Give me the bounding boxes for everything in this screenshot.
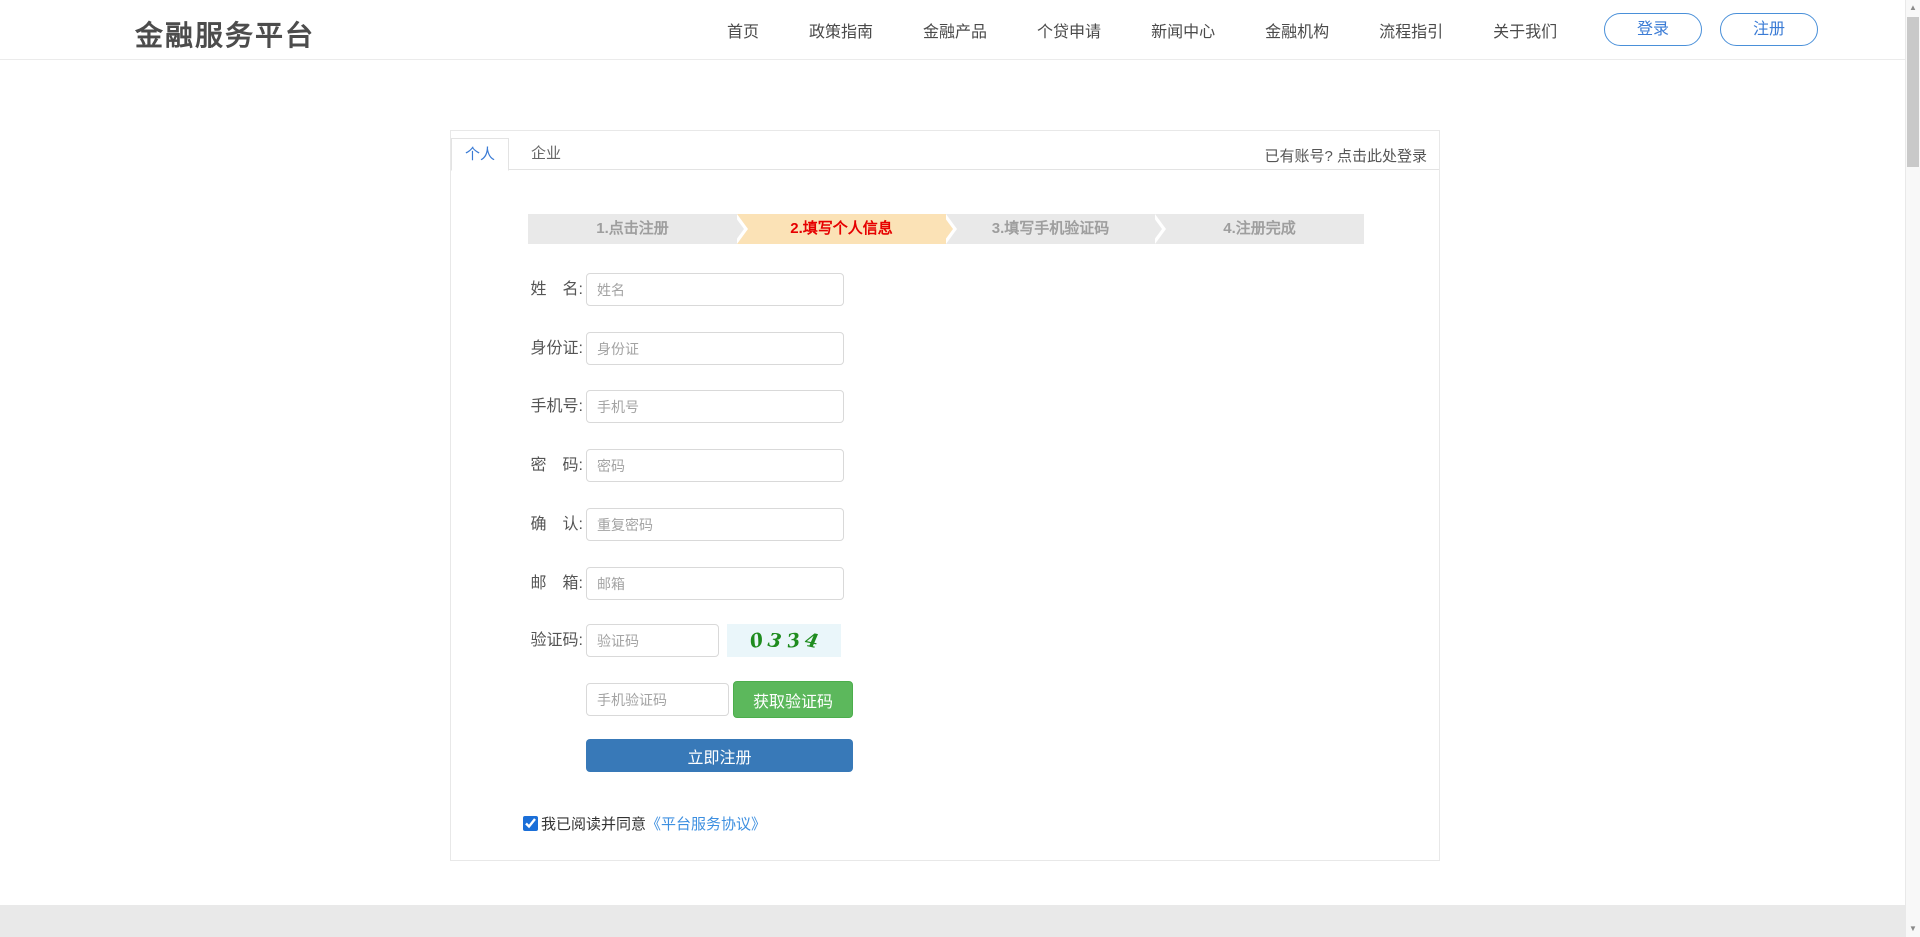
registration-panel: 个人 企业 已有账号? 点击此处登录 1.点击注册 2.填写个人信息 3.填写手… xyxy=(450,130,1440,861)
footer-bar xyxy=(0,905,1905,937)
captcha-input[interactable] xyxy=(586,624,719,657)
step-1-click-register: 1.点击注册 xyxy=(528,214,737,244)
login-button[interactable]: 登录 xyxy=(1604,13,1702,46)
step-4-complete: 4.注册完成 xyxy=(1155,214,1364,244)
submit-registration-button[interactable]: 立即注册 xyxy=(586,739,853,772)
nav-item-news-center[interactable]: 新闻中心 xyxy=(1151,18,1215,42)
main-nav: 首页 政策指南 金融产品 个贷申请 新闻中心 金融机构 流程指引 关于我们 xyxy=(727,0,1557,60)
sms-code-input[interactable] xyxy=(586,683,729,716)
top-navbar: 金融服务平台 首页 政策指南 金融产品 个贷申请 新闻中心 金融机构 流程指引 … xyxy=(0,0,1905,60)
confirm-password-label: 确 认: xyxy=(523,508,583,541)
nav-item-financial-institutions[interactable]: 金融机构 xyxy=(1265,18,1329,42)
name-label: 姓 名: xyxy=(523,273,583,306)
page: 金融服务平台 首页 政策指南 金融产品 个贷申请 新闻中心 金融机构 流程指引 … xyxy=(0,0,1920,937)
account-type-tabbar: 个人 企业 已有账号? 点击此处登录 xyxy=(451,131,1439,170)
step-2-fill-personal-info: 2.填写个人信息 xyxy=(737,214,946,244)
platform-service-agreement-link[interactable]: 《平台服务协议》 xyxy=(646,813,766,834)
nav-item-financial-products[interactable]: 金融产品 xyxy=(923,18,987,42)
nav-item-personal-loan[interactable]: 个贷申请 xyxy=(1037,18,1101,42)
password-input[interactable] xyxy=(586,449,844,482)
nav-item-policy-guide[interactable]: 政策指南 xyxy=(809,18,873,42)
register-button[interactable]: 注册 xyxy=(1720,13,1818,46)
existing-account-login-link[interactable]: 已有账号? 点击此处登录 xyxy=(1264,145,1427,166)
site-logo[interactable]: 金融服务平台 xyxy=(135,14,315,54)
tab-enterprise[interactable]: 企业 xyxy=(521,138,571,171)
nav-item-about-us[interactable]: 关于我们 xyxy=(1493,18,1557,42)
step-3-phone-verification: 3.填写手机验证码 xyxy=(946,214,1155,244)
nav-item-home[interactable]: 首页 xyxy=(727,18,759,42)
captcha-label: 验证码: xyxy=(523,624,583,657)
email-input[interactable] xyxy=(586,567,844,600)
id-card-input[interactable] xyxy=(586,332,844,365)
email-label: 邮 箱: xyxy=(523,567,583,600)
captcha-image[interactable]: 0334 xyxy=(727,624,841,657)
confirm-password-input[interactable] xyxy=(586,508,844,541)
tab-personal[interactable]: 个人 xyxy=(451,138,509,171)
id-card-label: 身份证: xyxy=(523,332,583,365)
get-sms-code-button[interactable]: 获取验证码 xyxy=(733,681,853,718)
scrollbar-thumb[interactable] xyxy=(1907,17,1919,167)
agreement-row: 我已阅读并同意 《平台服务协议》 xyxy=(523,814,766,832)
scrollbar-down-arrow-icon[interactable]: ▼ xyxy=(1906,921,1920,937)
phone-label: 手机号: xyxy=(523,390,583,423)
page-scrollbar[interactable]: ▲ ▼ xyxy=(1905,0,1920,937)
agreement-text: 我已阅读并同意 xyxy=(541,813,646,834)
agreement-checkbox[interactable] xyxy=(523,816,538,831)
registration-step-indicator: 1.点击注册 2.填写个人信息 3.填写手机验证码 4.注册完成 xyxy=(528,214,1364,244)
phone-input[interactable] xyxy=(586,390,844,423)
scrollbar-up-arrow-icon[interactable]: ▲ xyxy=(1906,0,1920,16)
password-label: 密 码: xyxy=(523,449,583,482)
nav-item-process-guide[interactable]: 流程指引 xyxy=(1379,18,1443,42)
name-input[interactable] xyxy=(586,273,844,306)
